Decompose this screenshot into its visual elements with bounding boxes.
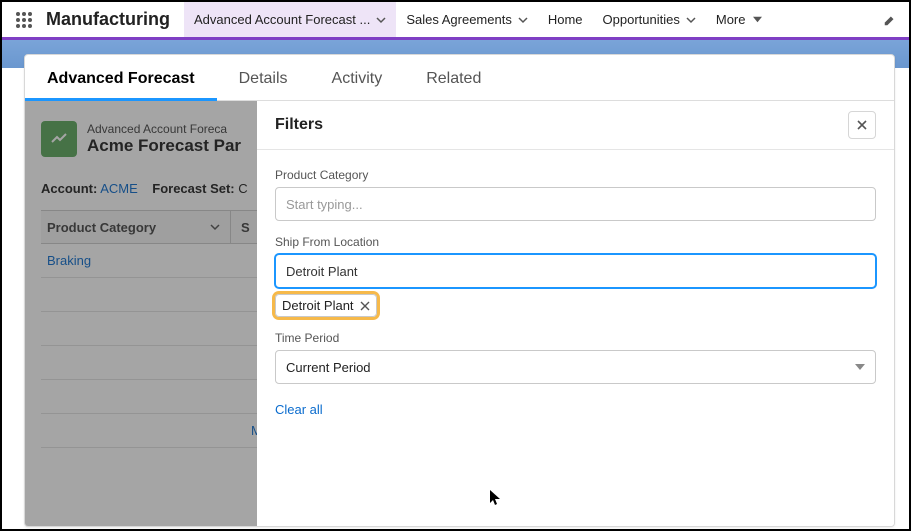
page-card: Advanced Forecast Details Activity Relat… (24, 54, 895, 527)
nav-advanced-account-forecast[interactable]: Advanced Account Forecast ... (184, 2, 396, 37)
chevron-down-icon (686, 15, 696, 25)
product-category-input[interactable] (275, 187, 876, 221)
time-period-select[interactable]: Current Period (275, 350, 876, 384)
nav-label: Advanced Account Forecast ... (194, 12, 370, 27)
global-header: Manufacturing Advanced Account Forecast … (2, 2, 909, 40)
app-launcher-icon[interactable] (8, 11, 40, 29)
caret-down-icon (855, 362, 865, 372)
caret-down-icon (753, 15, 762, 24)
top-nav: Advanced Account Forecast ... Sales Agre… (184, 2, 772, 37)
select-value: Current Period (286, 360, 371, 375)
nav-home[interactable]: Home (538, 2, 593, 37)
nav-opportunities[interactable]: Opportunities (593, 2, 706, 37)
ship-from-input[interactable] (275, 254, 876, 288)
tab-content: Advanced Account Foreca Acme Forecast Pa… (25, 101, 894, 526)
nav-sales-agreements[interactable]: Sales Agreements (396, 2, 538, 37)
nav-more[interactable]: More (706, 2, 773, 37)
tab-advanced-forecast[interactable]: Advanced Forecast (25, 70, 217, 100)
chevron-down-icon (376, 15, 386, 25)
tab-activity[interactable]: Activity (310, 70, 405, 100)
nav-label: Sales Agreements (406, 12, 512, 27)
filters-panel: Filters Product Category Ship From Locat… (257, 101, 894, 526)
ship-from-pill[interactable]: Detroit Plant (275, 294, 377, 317)
clear-all-link[interactable]: Clear all (275, 402, 323, 417)
chevron-down-icon (518, 15, 528, 25)
edit-nav-icon[interactable] (883, 13, 897, 27)
filters-header: Filters (257, 101, 894, 150)
close-icon (856, 119, 868, 131)
tab-related[interactable]: Related (404, 70, 503, 100)
close-button[interactable] (848, 111, 876, 139)
tab-details[interactable]: Details (217, 70, 310, 100)
label-ship-from: Ship From Location (275, 235, 876, 249)
app-name: Manufacturing (46, 9, 170, 30)
filters-body: Product Category Ship From Location Detr… (257, 150, 894, 429)
scrim (25, 101, 257, 526)
label-product-category: Product Category (275, 168, 876, 182)
pill-label: Detroit Plant (282, 298, 354, 313)
label-time-period: Time Period (275, 331, 876, 345)
filters-title: Filters (275, 116, 323, 134)
nav-label: More (716, 12, 746, 27)
nav-label: Opportunities (603, 12, 680, 27)
nav-label: Home (548, 12, 583, 27)
pill-remove-icon[interactable] (360, 301, 370, 311)
record-tabs: Advanced Forecast Details Activity Relat… (25, 55, 894, 101)
